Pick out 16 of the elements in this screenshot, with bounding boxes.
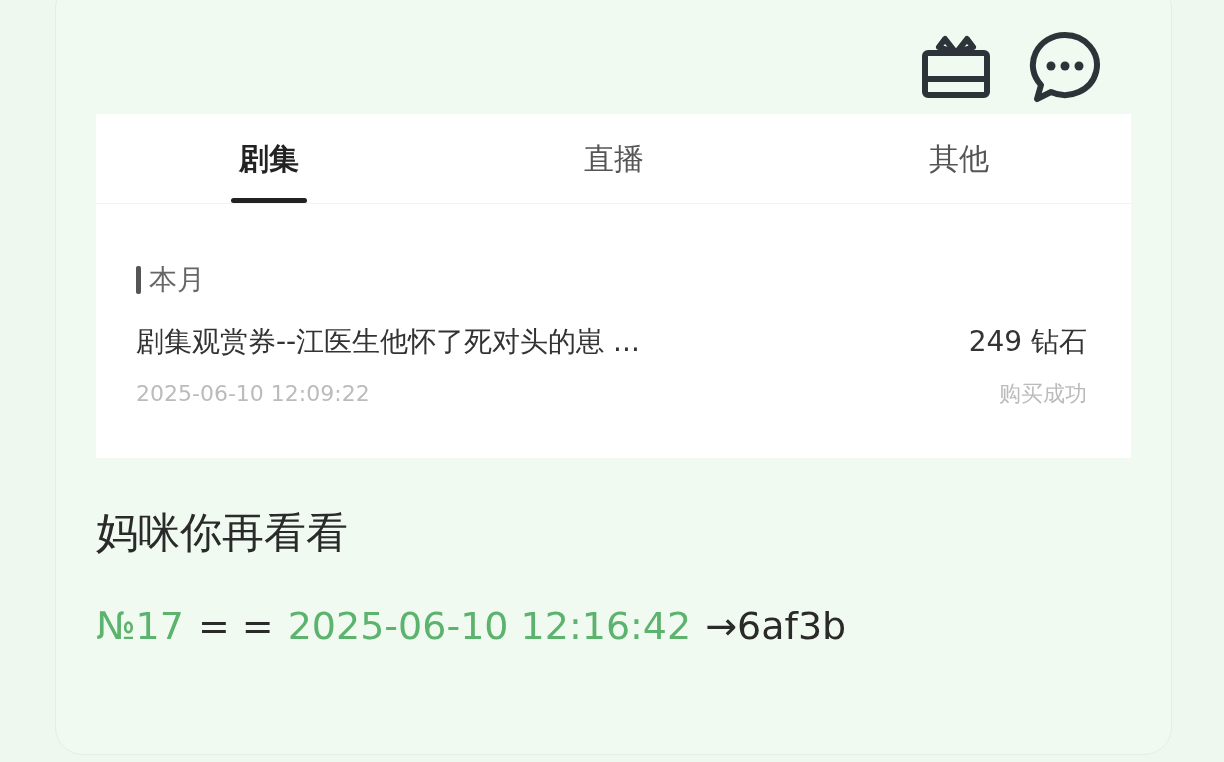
- timestamp: 2025-06-10 12:16:42: [287, 603, 692, 651]
- message-number: №17: [96, 603, 184, 651]
- section-title: 本月: [149, 262, 205, 298]
- section-marker: [136, 266, 141, 294]
- gift-card-icon[interactable]: [921, 34, 991, 99]
- record-amount: 249 钻石: [968, 324, 1087, 360]
- record-time: 2025-06-10 12:09:22: [136, 380, 370, 408]
- separator-text: = =: [197, 603, 274, 651]
- tab[interactable]: 其他: [786, 114, 1131, 203]
- chat-bubble-icon[interactable]: [1029, 30, 1101, 103]
- hash-text: →6af3b: [705, 603, 847, 651]
- record-title: 剧集观赏券--江医生他怀了死对头的崽 ...: [136, 324, 640, 360]
- record-status: 购买成功: [999, 380, 1087, 408]
- tab[interactable]: 直播: [441, 114, 786, 203]
- message-text: 妈咪你再看看: [96, 508, 349, 559]
- tab[interactable]: 剧集: [96, 114, 441, 203]
